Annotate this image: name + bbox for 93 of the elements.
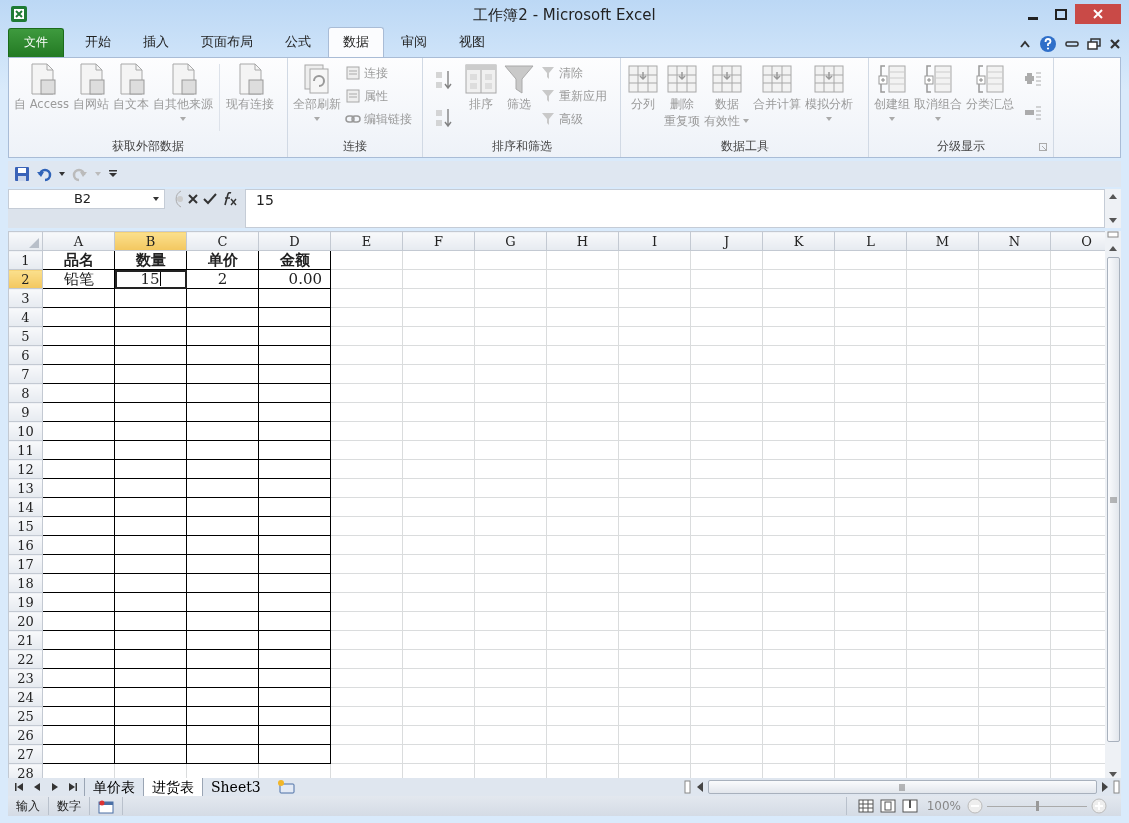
- column-header[interactable]: M: [906, 231, 979, 251]
- excel-icon: [10, 5, 28, 24]
- cancel-icon[interactable]: [187, 193, 199, 205]
- active-cell[interactable]: 15: [114, 269, 187, 289]
- normal-view-icon[interactable]: [857, 799, 874, 813]
- scroll-up-icon[interactable]: [1109, 193, 1117, 199]
- help-icon[interactable]: [1039, 35, 1057, 53]
- page-layout-icon[interactable]: [879, 799, 896, 813]
- properties-icon: [345, 88, 361, 104]
- column-header[interactable]: I: [618, 231, 691, 251]
- column-header[interactable]: O: [1050, 231, 1105, 251]
- subtotal-icon: [973, 62, 1007, 96]
- close-icon[interactable]: [1109, 38, 1121, 50]
- table-icon: [464, 62, 498, 96]
- table-cell: 金额: [258, 250, 331, 270]
- column-header[interactable]: K: [762, 231, 835, 251]
- close-button[interactable]: [1075, 4, 1121, 24]
- customize-icon[interactable]: [108, 169, 118, 179]
- zoom-slider-thumb[interactable]: [1036, 800, 1039, 811]
- table-cell: 0.00: [258, 269, 331, 289]
- column-header[interactable]: N: [978, 231, 1051, 251]
- reapply-filter-icon: [540, 88, 556, 104]
- validation-icon: [709, 62, 744, 96]
- table-cell: 单价: [186, 250, 259, 270]
- name-box[interactable]: B2: [8, 189, 165, 209]
- group-icon: [875, 62, 909, 96]
- dropdown-icon[interactable]: [58, 170, 66, 178]
- formula-input[interactable]: 15: [245, 189, 1105, 228]
- column-header[interactable]: C: [186, 231, 259, 251]
- restore-icon[interactable]: [1087, 38, 1101, 50]
- table-cell: 铅笔: [42, 269, 115, 289]
- status-text: 数字: [49, 797, 90, 815]
- column-header[interactable]: L: [834, 231, 907, 251]
- column-header[interactable]: G: [474, 231, 547, 251]
- enter-icon[interactable]: [203, 193, 217, 205]
- ribbon-tab[interactable]: 数据: [328, 26, 384, 57]
- ribbon-tab[interactable]: 开始: [70, 26, 126, 57]
- group-label: 分级显示: [937, 138, 985, 155]
- undo-icon[interactable]: [36, 166, 52, 182]
- ribbon-tab[interactable]: 审阅: [386, 26, 442, 57]
- sheet-tab[interactable]: 进货表: [143, 778, 202, 796]
- last-sheet-icon[interactable]: [68, 782, 78, 792]
- corner-triangle-icon: [29, 237, 39, 248]
- what-if-icon: [812, 62, 846, 96]
- advanced-filter-icon: [540, 111, 556, 127]
- ribbon-tab[interactable]: 页面布局: [186, 26, 268, 57]
- consolidate-icon: [760, 62, 794, 96]
- file-tab[interactable]: 文件: [8, 28, 64, 57]
- table-cell: 品名: [42, 250, 115, 270]
- previous-sheet-icon[interactable]: [32, 782, 42, 792]
- ungroup-icon: [921, 62, 955, 96]
- status-text: 输入: [8, 797, 49, 815]
- scroll-thumb[interactable]: [708, 780, 1097, 794]
- scroll-thumb[interactable]: [1106, 257, 1120, 742]
- clear-filter-icon: [540, 65, 556, 81]
- macro-record-icon[interactable]: [98, 799, 114, 814]
- scroll-left-icon[interactable]: [696, 782, 704, 792]
- group-label: 数据工具: [720, 138, 769, 155]
- split-box-icon[interactable]: [1107, 231, 1119, 239]
- column-header[interactable]: F: [402, 231, 475, 251]
- first-sheet-icon[interactable]: [14, 782, 24, 792]
- funnel-icon: [502, 62, 536, 96]
- close-icon: [1093, 9, 1103, 19]
- scroll-right-icon[interactable]: [1101, 782, 1109, 792]
- text-to-columns-icon: [626, 62, 660, 96]
- ribbon-tab[interactable]: 公式: [270, 26, 326, 57]
- table-cell: 数量: [114, 250, 187, 270]
- maximize-icon: [1055, 8, 1067, 20]
- scroll-down-icon[interactable]: [1109, 218, 1117, 224]
- group-label: 获取外部数据: [112, 138, 184, 155]
- scroll-up-icon[interactable]: [1109, 245, 1117, 251]
- column-header[interactable]: E: [330, 231, 403, 251]
- window-title: 工作簿2 - Microsoft Excel: [472, 5, 657, 26]
- page-break-icon[interactable]: [901, 799, 918, 813]
- column-header[interactable]: D: [258, 231, 331, 251]
- minimize-icon: [1028, 17, 1038, 20]
- minimize-window-icon[interactable]: [1065, 41, 1079, 47]
- group-label: 连接: [343, 138, 367, 155]
- group-label: 排序和筛选: [491, 138, 552, 155]
- remove-duplicates-icon: [665, 62, 699, 96]
- ribbon-tab[interactable]: 视图: [444, 26, 500, 57]
- column-header[interactable]: B: [114, 231, 187, 251]
- collapse-ribbon-icon[interactable]: [1019, 39, 1031, 49]
- column-header[interactable]: J: [690, 231, 763, 251]
- connection-icon: [345, 65, 361, 81]
- column-header[interactable]: A: [42, 231, 115, 251]
- function-icon[interactable]: [221, 192, 237, 206]
- ribbon-tab[interactable]: 插入: [128, 26, 184, 57]
- save-icon[interactable]: [14, 166, 30, 182]
- dropdown-icon[interactable]: [152, 195, 160, 203]
- column-header[interactable]: H: [546, 231, 619, 251]
- table-cell: 2: [186, 269, 259, 289]
- next-sheet-icon[interactable]: [50, 782, 60, 792]
